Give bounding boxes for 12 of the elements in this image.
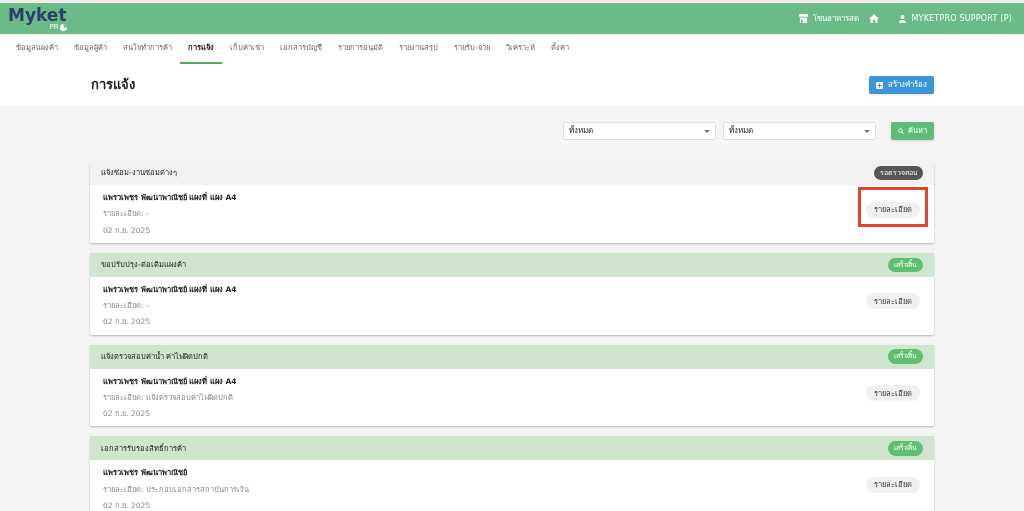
search-icon <box>898 128 904 134</box>
page-title: การแจ้ง <box>91 76 135 95</box>
home-icon[interactable] <box>869 14 880 23</box>
caret-icon <box>864 129 870 133</box>
filter-dropdown[interactable]: ทั้งหมด <box>723 122 876 140</box>
store-icon[interactable] <box>799 14 809 23</box>
caret-icon <box>704 129 710 133</box>
filter-dropdown[interactable]: ทั้งหมด <box>563 122 716 140</box>
plus-icon <box>876 81 883 89</box>
person-icon <box>899 14 907 23</box>
logo-text: Myket <box>8 6 67 24</box>
logo-circle-icon <box>59 23 67 31</box>
